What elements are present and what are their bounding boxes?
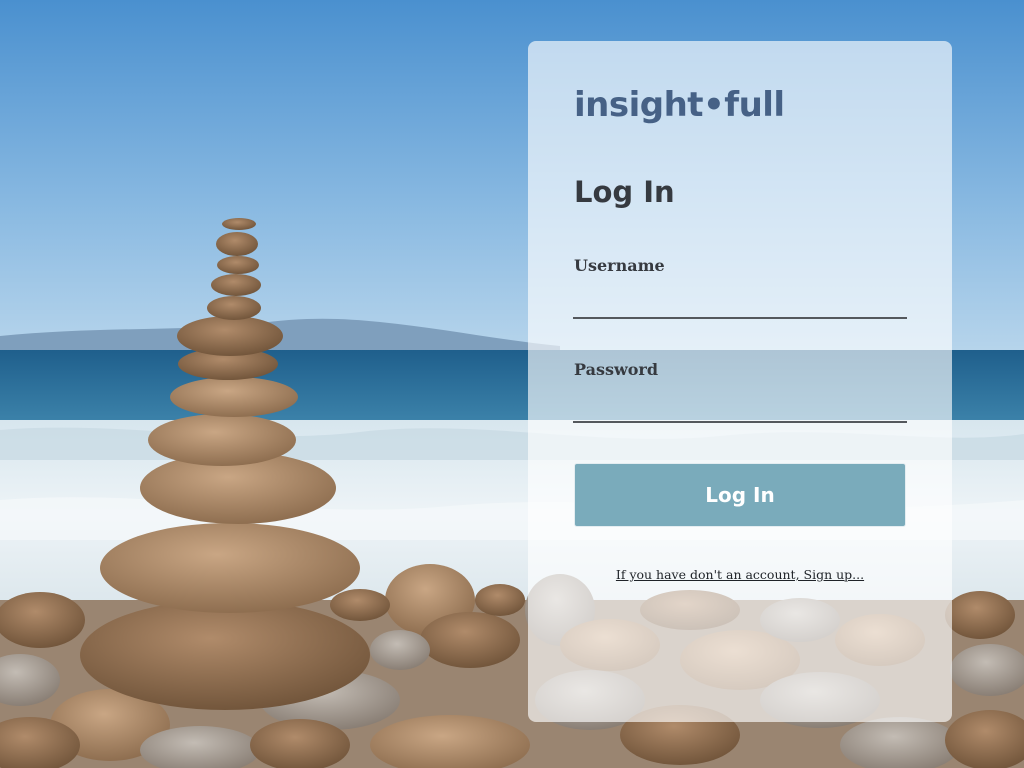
signup-link[interactable]: If you have don't an account, Sign up... — [528, 567, 952, 582]
page-title: Log In — [574, 175, 675, 209]
password-label: Password — [574, 360, 659, 379]
login-button[interactable]: Log In — [574, 463, 906, 527]
username-input[interactable] — [573, 287, 907, 319]
password-input[interactable] — [573, 391, 907, 423]
brand-logo: insight•full — [574, 85, 785, 125]
username-label: Username — [574, 256, 665, 275]
login-card: insight•full Log In Username Password Lo… — [528, 41, 952, 722]
